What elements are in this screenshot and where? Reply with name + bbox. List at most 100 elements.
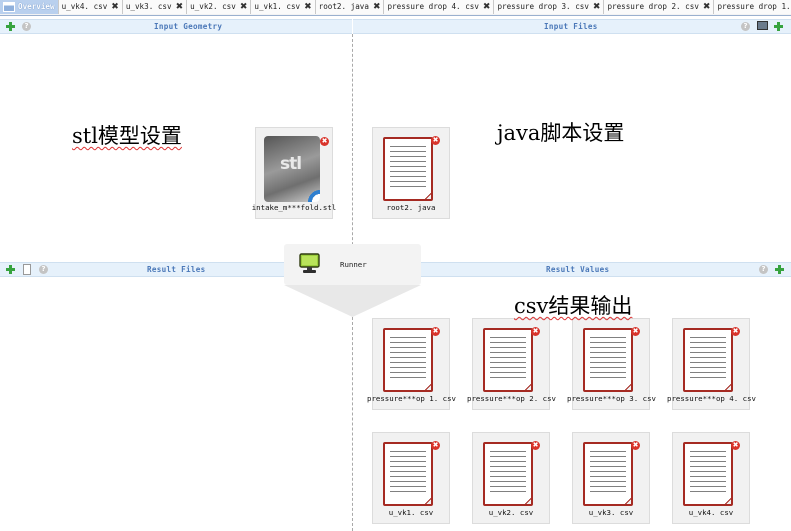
tab-pressure-drop-4-csv[interactable]: pressure drop 4. csv ✖ bbox=[384, 0, 495, 14]
close-icon[interactable]: ✖ bbox=[531, 441, 540, 450]
tab-u-vk4-csv[interactable]: u_vk4. csv ✖ bbox=[58, 0, 123, 14]
document-icon bbox=[383, 442, 433, 506]
tab-root2-java[interactable]: root2. java ✖ bbox=[315, 0, 385, 14]
result-file-card[interactable]: ✖ u_vk1. csv bbox=[372, 432, 450, 524]
stl-thumbnail: stl bbox=[264, 136, 320, 202]
document-icon bbox=[383, 328, 433, 392]
document-icon bbox=[583, 328, 633, 392]
plus-icon[interactable] bbox=[6, 22, 15, 31]
help-icon[interactable]: ? bbox=[39, 265, 48, 274]
divider bbox=[352, 317, 353, 531]
input-file-card[interactable]: ✖ root2. java bbox=[372, 127, 450, 219]
tab-bar: Overview u_vk4. csv ✖ u_vk3. csv ✖ u_vk2… bbox=[0, 0, 791, 16]
divider bbox=[352, 34, 353, 260]
close-icon[interactable]: ✖ bbox=[703, 0, 711, 14]
close-icon[interactable]: ✖ bbox=[431, 327, 440, 336]
file-name: u_vk2. csv bbox=[488, 508, 534, 517]
close-icon[interactable]: ✖ bbox=[483, 0, 491, 14]
tab-label: root2. java bbox=[318, 2, 369, 11]
tab-overview[interactable]: Overview bbox=[0, 0, 59, 14]
document-icon bbox=[683, 442, 733, 506]
tab-pressure-drop-1-csv[interactable]: pressure drop 1. csv ✖ bbox=[714, 0, 791, 14]
close-icon[interactable]: ✖ bbox=[240, 0, 248, 14]
close-icon[interactable]: ✖ bbox=[320, 137, 329, 146]
annotation-text: csv结果输出 bbox=[514, 294, 633, 318]
help-icon[interactable]: ? bbox=[759, 265, 768, 274]
tab-u-vk2-csv[interactable]: u_vk2. csv ✖ bbox=[187, 0, 252, 14]
tab-label: Overview bbox=[18, 2, 55, 11]
document-icon bbox=[483, 442, 533, 506]
close-icon[interactable]: ✖ bbox=[631, 441, 640, 450]
tab-label: pressure drop 3. csv bbox=[497, 2, 589, 11]
document-icon bbox=[683, 328, 733, 392]
monitor-icon[interactable] bbox=[757, 21, 768, 30]
annotation-stl: stl模型设置 bbox=[72, 120, 182, 150]
overview-icon bbox=[3, 2, 15, 12]
help-icon[interactable]: ? bbox=[741, 22, 750, 31]
close-icon[interactable]: ✖ bbox=[631, 327, 640, 336]
close-icon[interactable]: ✖ bbox=[304, 0, 312, 14]
plus-icon[interactable] bbox=[775, 265, 784, 274]
tab-pressure-drop-2-csv[interactable]: pressure drop 2. csv ✖ bbox=[604, 0, 715, 14]
result-file-card[interactable]: ✖ u_vk2. csv bbox=[472, 432, 550, 524]
plus-icon[interactable] bbox=[6, 265, 15, 274]
runner-node[interactable]: Runner bbox=[284, 244, 421, 285]
result-file-card[interactable]: ✖ u_vk4. csv bbox=[672, 432, 750, 524]
close-icon[interactable]: ✖ bbox=[111, 0, 119, 14]
input-geometry-header: ? Input Geometry bbox=[0, 19, 352, 34]
result-values-header: Result Values ? bbox=[421, 262, 791, 277]
file-name: u_vk4. csv bbox=[688, 508, 734, 517]
tab-label: u_vk3. csv bbox=[125, 2, 172, 11]
runner-funnel bbox=[284, 285, 421, 317]
file-name: pressure***op 1. csv bbox=[367, 394, 456, 403]
close-icon[interactable]: ✖ bbox=[431, 136, 440, 145]
document-icon bbox=[583, 442, 633, 506]
close-icon[interactable]: ✖ bbox=[731, 441, 740, 450]
section-title: Input Geometry bbox=[154, 22, 223, 31]
close-icon[interactable]: ✖ bbox=[431, 441, 440, 450]
file-name: pressure***op 3. csv bbox=[567, 394, 656, 403]
tab-label: pressure drop 1. csv bbox=[717, 2, 791, 11]
file-name: pressure***op 4. csv bbox=[667, 394, 756, 403]
tab-label: u_vk2. csv bbox=[190, 2, 236, 11]
annotation-text: java脚本设置 bbox=[497, 121, 625, 145]
tab-label: u_vk1. csv bbox=[254, 2, 301, 11]
document-icon bbox=[383, 137, 433, 201]
file-name: u_vk1. csv bbox=[388, 508, 434, 517]
tab-label: pressure drop 4. csv bbox=[387, 2, 479, 11]
help-icon[interactable]: ? bbox=[22, 22, 31, 31]
result-file-card[interactable]: ✖ pressure***op 4. csv bbox=[667, 318, 756, 410]
close-icon[interactable]: ✖ bbox=[531, 327, 540, 336]
close-icon[interactable]: ✖ bbox=[373, 0, 381, 14]
result-file-card[interactable]: ✖ pressure***op 3. csv bbox=[567, 318, 656, 410]
input-files-header: Input Files ? bbox=[353, 19, 791, 34]
stl-logo-icon bbox=[296, 180, 320, 202]
plus-icon[interactable] bbox=[774, 22, 783, 31]
annotation-csv: csv结果输出 bbox=[514, 290, 632, 320]
annotation-text: stl模型设置 bbox=[72, 124, 182, 148]
tab-u-vk1-csv[interactable]: u_vk1. csv ✖ bbox=[251, 0, 316, 14]
result-files-header: ? Result Files bbox=[0, 262, 284, 277]
file-name: intake_m***fold.stl bbox=[251, 203, 337, 212]
input-geometry-file-card[interactable]: stl ✖ intake_m***fold.stl bbox=[252, 127, 336, 219]
document-icon bbox=[483, 328, 533, 392]
file-name: u_vk3. csv bbox=[588, 508, 634, 517]
section-title: Result Files bbox=[147, 265, 206, 274]
result-file-card[interactable]: ✖ u_vk3. csv bbox=[572, 432, 650, 524]
section-title: Input Files bbox=[544, 22, 598, 31]
close-icon[interactable]: ✖ bbox=[731, 327, 740, 336]
close-icon[interactable]: ✖ bbox=[176, 0, 184, 14]
tab-u-vk3-csv[interactable]: u_vk3. csv ✖ bbox=[122, 0, 188, 14]
file-name: pressure***op 2. csv bbox=[467, 394, 556, 403]
annotation-java: java脚本设置 bbox=[497, 117, 624, 147]
section-title: Result Values bbox=[546, 265, 610, 274]
stl-thumb-text: stl bbox=[280, 154, 302, 174]
monitor-icon bbox=[299, 253, 320, 273]
runner-label: Runner bbox=[340, 260, 367, 269]
tab-pressure-drop-3-csv[interactable]: pressure drop 3. csv ✖ bbox=[494, 0, 605, 14]
document-icon[interactable] bbox=[23, 264, 31, 275]
close-icon[interactable]: ✖ bbox=[593, 0, 601, 14]
result-file-card[interactable]: ✖ pressure***op 1. csv bbox=[367, 318, 456, 410]
tab-label: pressure drop 2. csv bbox=[607, 2, 699, 11]
result-file-card[interactable]: ✖ pressure***op 2. csv bbox=[467, 318, 556, 410]
